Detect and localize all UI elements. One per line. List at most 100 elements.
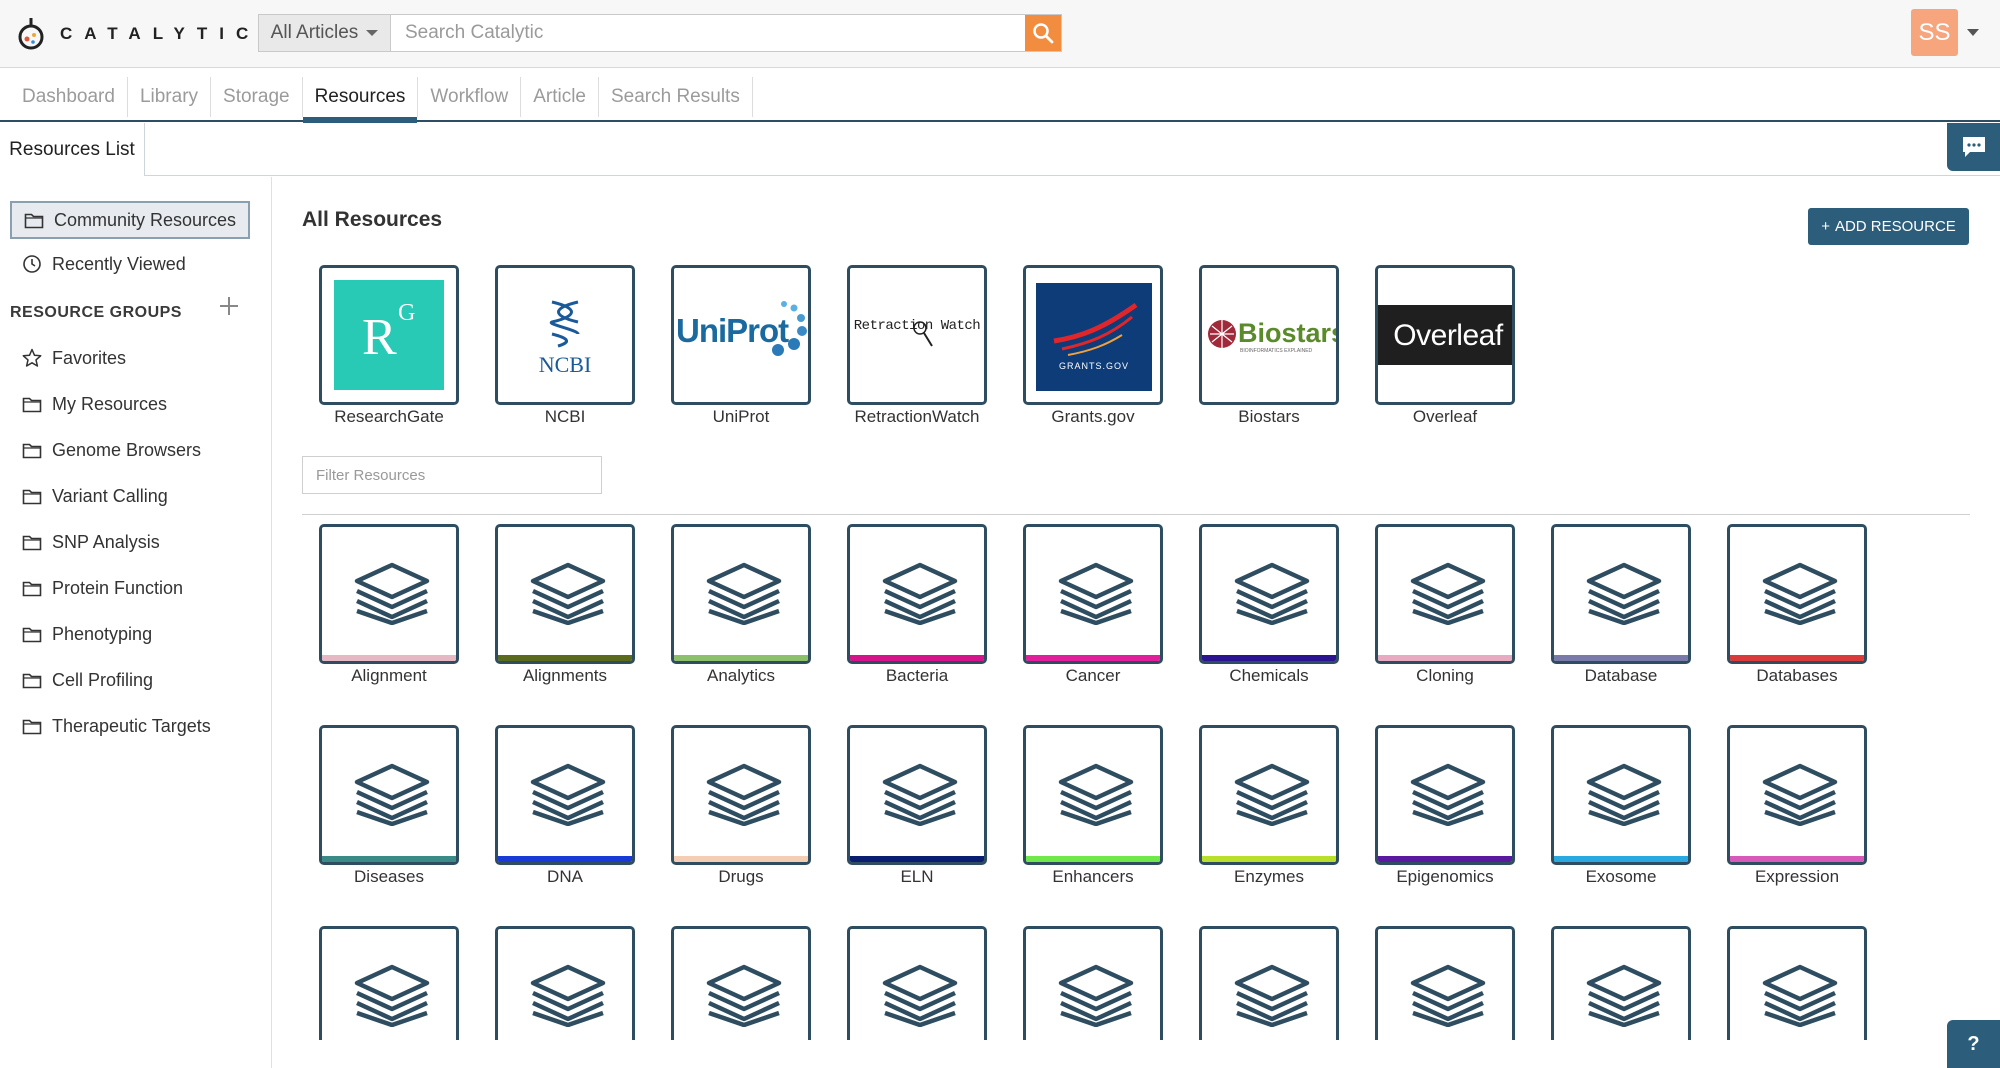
top-header: CATALYTIC All Articles SS [0, 0, 2000, 68]
category-tile-label[interactable]: Expression [1709, 867, 1885, 887]
sidebar-item-snp-analysis[interactable]: SNP Analysis [10, 523, 250, 561]
sidebar-item-my-resources[interactable]: My Resources [10, 385, 250, 423]
sidebar-item-recently-viewed[interactable]: Recently Viewed [10, 245, 250, 283]
category-tile-exosome[interactable] [1551, 725, 1691, 865]
tab-storage[interactable]: Storage [211, 77, 303, 117]
category-tile[interactable] [1375, 926, 1515, 1040]
category-tile[interactable] [671, 926, 811, 1040]
sidebar-item-community-resources[interactable]: Community Resources [10, 201, 250, 239]
category-tile[interactable] [495, 926, 635, 1040]
category-tile[interactable] [1551, 926, 1691, 1040]
add-group-button[interactable] [218, 295, 240, 317]
resource-tile-ncbi[interactable]: NCBI [495, 265, 635, 405]
search-input[interactable] [391, 15, 1025, 51]
category-tile-alignment[interactable] [319, 524, 459, 664]
category-tile-label[interactable]: Epigenomics [1357, 867, 1533, 887]
resource-tile-overleaf[interactable]: Overleaf [1375, 265, 1515, 405]
category-tile-bacteria[interactable] [847, 524, 987, 664]
logo-text: Overleaf [1393, 319, 1503, 352]
resource-tile-label[interactable]: RetractionWatch [829, 407, 1005, 427]
category-tile-label[interactable]: Databases [1709, 666, 1885, 686]
category-tile[interactable] [1727, 926, 1867, 1040]
category-tile-label[interactable]: Chemicals [1181, 666, 1357, 686]
search-button[interactable] [1025, 15, 1061, 51]
category-tile-cancer[interactable] [1023, 524, 1163, 664]
resource-tile-label[interactable]: UniProt [653, 407, 829, 427]
category-tile-label[interactable]: Enzymes [1181, 867, 1357, 887]
category-tile-label[interactable]: Alignments [477, 666, 653, 686]
category-tile-eln[interactable] [847, 725, 987, 865]
category-tile[interactable] [319, 926, 459, 1040]
category-tile-cloning[interactable] [1375, 524, 1515, 664]
category-tile-label[interactable]: Cancer [1005, 666, 1181, 686]
chat-button[interactable] [1947, 123, 2000, 171]
resource-tile-uniprot[interactable]: UniProt [671, 265, 811, 405]
category-tile-label[interactable]: Analytics [653, 666, 829, 686]
resource-tile-label[interactable]: ResearchGate [301, 407, 477, 427]
sidebar-item-favorites[interactable]: Favorites [10, 339, 250, 377]
sidebar-item-label: Therapeutic Targets [52, 715, 211, 736]
category-tile[interactable] [847, 926, 987, 1040]
resource-tile-label[interactable]: Grants.gov [1005, 407, 1181, 427]
resource-tile-retractionwatch[interactable]: Retraction Watch [847, 265, 987, 405]
category-tile-expression[interactable] [1727, 725, 1867, 865]
resource-tile-researchgate[interactable]: RG [319, 265, 459, 405]
add-resource-button[interactable]: + ADD RESOURCE [1808, 208, 1969, 245]
tab-search-results[interactable]: Search Results [599, 77, 753, 117]
logo-letter: R [362, 309, 397, 366]
category-tile-drugs[interactable] [671, 725, 811, 865]
sidebar-item-label: Favorites [52, 347, 127, 368]
category-tile-databases[interactable] [1727, 524, 1867, 664]
category-tile-analytics[interactable] [671, 524, 811, 664]
tab-article[interactable]: Article [521, 77, 599, 117]
resource-tile-grants-gov[interactable]: GRANTS.GOV [1023, 265, 1163, 405]
tab-resources[interactable]: Resources [302, 77, 419, 123]
layers-icon [1234, 763, 1310, 826]
category-tile-label[interactable]: Cloning [1357, 666, 1533, 686]
category-tile-diseases[interactable] [319, 725, 459, 865]
filter-resources-input[interactable] [302, 456, 602, 494]
category-tile-label[interactable]: Diseases [301, 867, 477, 887]
category-tile-label[interactable]: DNA [477, 867, 653, 887]
resource-tile-biostars[interactable]: Biostars BIOINFORMATICS EXPLAINED [1199, 265, 1339, 405]
tab-dashboard[interactable]: Dashboard [10, 77, 128, 117]
tab-workflow[interactable]: Workflow [418, 77, 522, 117]
category-color-stripe [674, 856, 808, 862]
category-tile-alignments[interactable] [495, 524, 635, 664]
category-tile-dna[interactable] [495, 725, 635, 865]
sidebar-item-therapeutic-targets[interactable]: Therapeutic Targets [10, 707, 250, 745]
sidebar-item-variant-calling[interactable]: Variant Calling [10, 477, 250, 515]
category-tile-enzymes[interactable] [1199, 725, 1339, 865]
sidebar-item-protein-function[interactable]: Protein Function [10, 569, 250, 607]
category-tile-label[interactable]: Bacteria [829, 666, 1005, 686]
category-tile-database[interactable] [1551, 524, 1691, 664]
tab-library[interactable]: Library [128, 77, 212, 117]
category-tile-label[interactable]: Alignment [301, 666, 477, 686]
category-tile-chemicals[interactable] [1199, 524, 1339, 664]
layers-icon [1586, 763, 1662, 826]
sidebar-item-genome-browsers[interactable]: Genome Browsers [10, 431, 250, 469]
resource-tile-label[interactable]: Overleaf [1357, 407, 1533, 427]
resource-tile-label[interactable]: Biostars [1181, 407, 1357, 427]
catalytic-logo-icon [16, 16, 46, 52]
category-tile[interactable] [1023, 926, 1163, 1040]
sidebar-item-cell-profiling[interactable]: Cell Profiling [10, 661, 250, 699]
category-tile-epigenomics[interactable] [1375, 725, 1515, 865]
sidebar-item-phenotyping[interactable]: Phenotyping [10, 615, 250, 653]
help-button[interactable]: ? [1947, 1020, 2000, 1068]
category-tile-label[interactable]: Exosome [1533, 867, 1709, 887]
tab-resources-list[interactable]: Resources List [0, 123, 145, 176]
category-tile-label[interactable]: Database [1533, 666, 1709, 686]
user-menu-caret-icon[interactable] [1967, 29, 1979, 36]
category-tile-enhancers[interactable] [1023, 725, 1163, 865]
search-scope-dropdown[interactable]: All Articles [259, 15, 391, 51]
category-color-stripe [1554, 655, 1688, 661]
category-tile[interactable] [1199, 926, 1339, 1040]
layers-icon [1586, 562, 1662, 625]
resource-tile-label[interactable]: NCBI [477, 407, 653, 427]
category-tile-label[interactable]: Enhancers [1005, 867, 1181, 887]
category-tile-label[interactable]: Drugs [653, 867, 829, 887]
user-avatar[interactable]: SS [1911, 9, 1958, 56]
catalytic-logo[interactable]: CATALYTIC [16, 16, 260, 52]
category-tile-label[interactable]: ELN [829, 867, 1005, 887]
